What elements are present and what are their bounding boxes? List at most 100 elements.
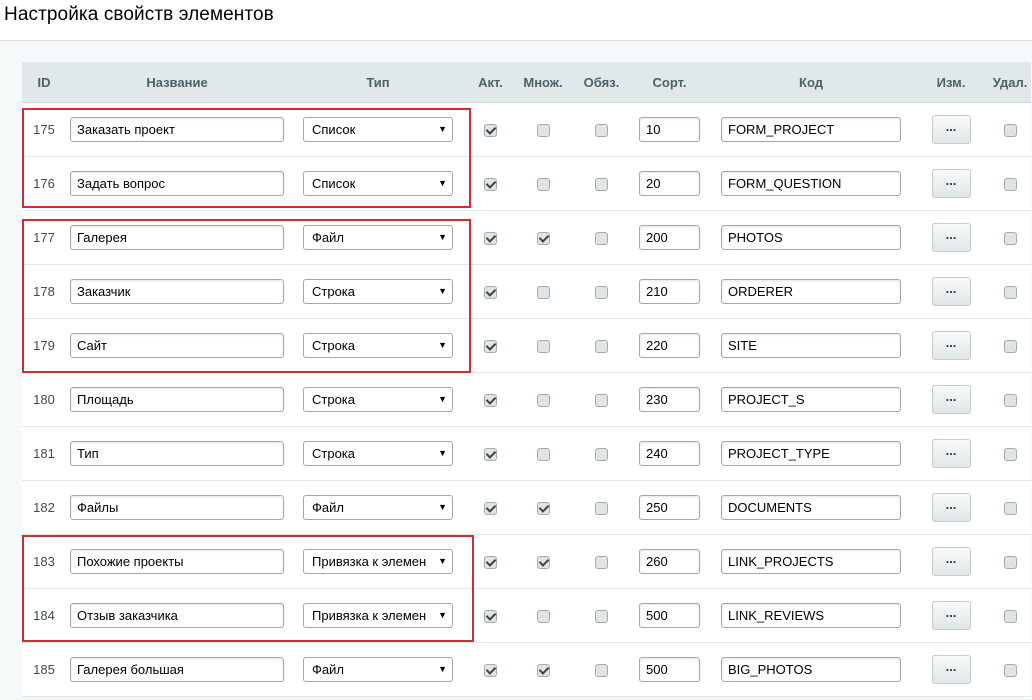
active-checkbox[interactable] [484,124,497,138]
edit-button[interactable]: ... [931,655,971,684]
code-input[interactable]: PROJECT_S [721,387,901,412]
required-checkbox[interactable] [595,556,608,570]
edit-button[interactable]: ... [931,169,971,198]
property-name-input[interactable]: Отзыв заказчика [70,603,284,628]
property-type-select[interactable]: Файл ▼ [303,495,453,520]
active-checkbox[interactable] [484,610,497,624]
property-name-input[interactable]: Заказчик [70,279,284,304]
multiple-checkbox[interactable] [536,124,550,138]
code-input[interactable]: PHOTOS [721,225,901,250]
required-checkbox[interactable] [595,664,608,678]
code-input[interactable]: ORDERER [721,279,901,304]
multiple-checkbox[interactable] [536,286,550,300]
property-type-select[interactable]: Привязка к элемен ▼ [303,603,453,628]
multiple-checkbox[interactable] [536,664,550,678]
delete-checkbox[interactable] [1003,556,1017,570]
required-checkbox[interactable] [595,394,608,408]
property-name-input[interactable]: Файлы [70,495,284,520]
required-checkbox[interactable] [595,178,608,192]
property-type-select[interactable]: Список ▼ [303,117,453,142]
delete-checkbox[interactable] [1003,664,1017,678]
sort-input[interactable]: 500 [639,657,700,682]
edit-button[interactable]: ... [931,547,971,576]
delete-checkbox[interactable] [1003,178,1017,192]
sort-input[interactable]: 500 [639,603,700,628]
active-checkbox[interactable] [484,502,497,516]
sort-input[interactable]: 240 [639,441,700,466]
multiple-checkbox[interactable] [536,556,550,570]
sort-input[interactable]: 210 [639,279,700,304]
property-type-select[interactable]: Файл ▼ [303,225,453,250]
required-checkbox[interactable] [595,124,608,138]
edit-button[interactable]: ... [931,493,971,522]
property-name-input[interactable]: Тип [70,441,284,466]
edit-button[interactable]: ... [931,601,971,630]
delete-checkbox[interactable] [1003,124,1017,138]
edit-button[interactable]: ... [931,223,971,252]
code-input[interactable]: FORM_QUESTION [721,171,901,196]
delete-checkbox[interactable] [1003,340,1017,354]
active-checkbox[interactable] [484,394,497,408]
required-checkbox[interactable] [595,502,608,516]
edit-button[interactable]: ... [931,331,971,360]
edit-button[interactable]: ... [931,385,971,414]
delete-checkbox[interactable] [1003,394,1017,408]
active-checkbox[interactable] [484,286,497,300]
required-checkbox[interactable] [595,448,608,462]
active-checkbox[interactable] [484,340,497,354]
edit-button[interactable]: ... [931,277,971,306]
property-type-select[interactable]: Файл ▼ [303,657,453,682]
edit-button[interactable]: ... [931,439,971,468]
multiple-checkbox[interactable] [536,448,550,462]
delete-checkbox[interactable] [1003,610,1017,624]
sort-input[interactable]: 220 [639,333,700,358]
code-input[interactable]: DOCUMENTS [721,495,901,520]
sort-input[interactable]: 10 [639,117,700,142]
active-checkbox[interactable] [484,232,497,246]
property-name-input[interactable]: Заказать проект [70,117,284,142]
name-cell: Сайт [66,318,288,373]
active-checkbox[interactable] [484,178,497,192]
property-type-select[interactable]: Привязка к элемен ▼ [303,549,453,574]
code-input[interactable]: LINK_REVIEWS [721,603,901,628]
multiple-checkbox[interactable] [536,610,550,624]
code-input[interactable]: PROJECT_TYPE [721,441,901,466]
multiple-checkbox[interactable] [536,178,550,192]
active-checkbox[interactable] [484,664,497,678]
property-type-select[interactable]: Строка ▼ [303,333,453,358]
multiple-checkbox[interactable] [536,502,550,516]
required-checkbox[interactable] [595,610,608,624]
required-checkbox[interactable] [595,340,608,354]
delete-checkbox[interactable] [1003,502,1017,516]
property-name-input[interactable]: Задать вопрос [70,171,284,196]
required-checkbox[interactable] [595,232,608,246]
active-checkbox[interactable] [484,556,497,570]
property-type-select[interactable]: Список ▼ [303,171,453,196]
edit-button[interactable]: ... [931,115,971,144]
property-name-input[interactable]: Сайт [70,333,284,358]
code-input[interactable]: SITE [721,333,901,358]
property-name-input[interactable]: Галерея большая [70,657,284,682]
property-type-select[interactable]: Строка ▼ [303,387,453,412]
sort-input[interactable]: 20 [639,171,700,196]
delete-checkbox[interactable] [1003,448,1017,462]
multiple-checkbox[interactable] [536,394,550,408]
sort-input[interactable]: 230 [639,387,700,412]
property-name-input[interactable]: Похожие проекты [70,549,284,574]
code-input[interactable]: LINK_PROJECTS [721,549,901,574]
property-type-select[interactable]: Строка ▼ [303,279,453,304]
property-type-select[interactable]: Строка ▼ [303,441,453,466]
multiple-checkbox[interactable] [536,340,550,354]
property-name-input[interactable]: Галерея [70,225,284,250]
sort-input[interactable]: 250 [639,495,700,520]
sort-input[interactable]: 200 [639,225,700,250]
delete-checkbox[interactable] [1003,286,1017,300]
sort-input[interactable]: 260 [639,549,700,574]
code-input[interactable]: FORM_PROJECT [721,117,901,142]
required-checkbox[interactable] [595,286,608,300]
code-input[interactable]: BIG_PHOTOS [721,657,901,682]
multiple-checkbox[interactable] [536,232,550,246]
delete-checkbox[interactable] [1003,232,1017,246]
property-name-input[interactable]: Площадь [70,387,284,412]
active-checkbox[interactable] [484,448,497,462]
